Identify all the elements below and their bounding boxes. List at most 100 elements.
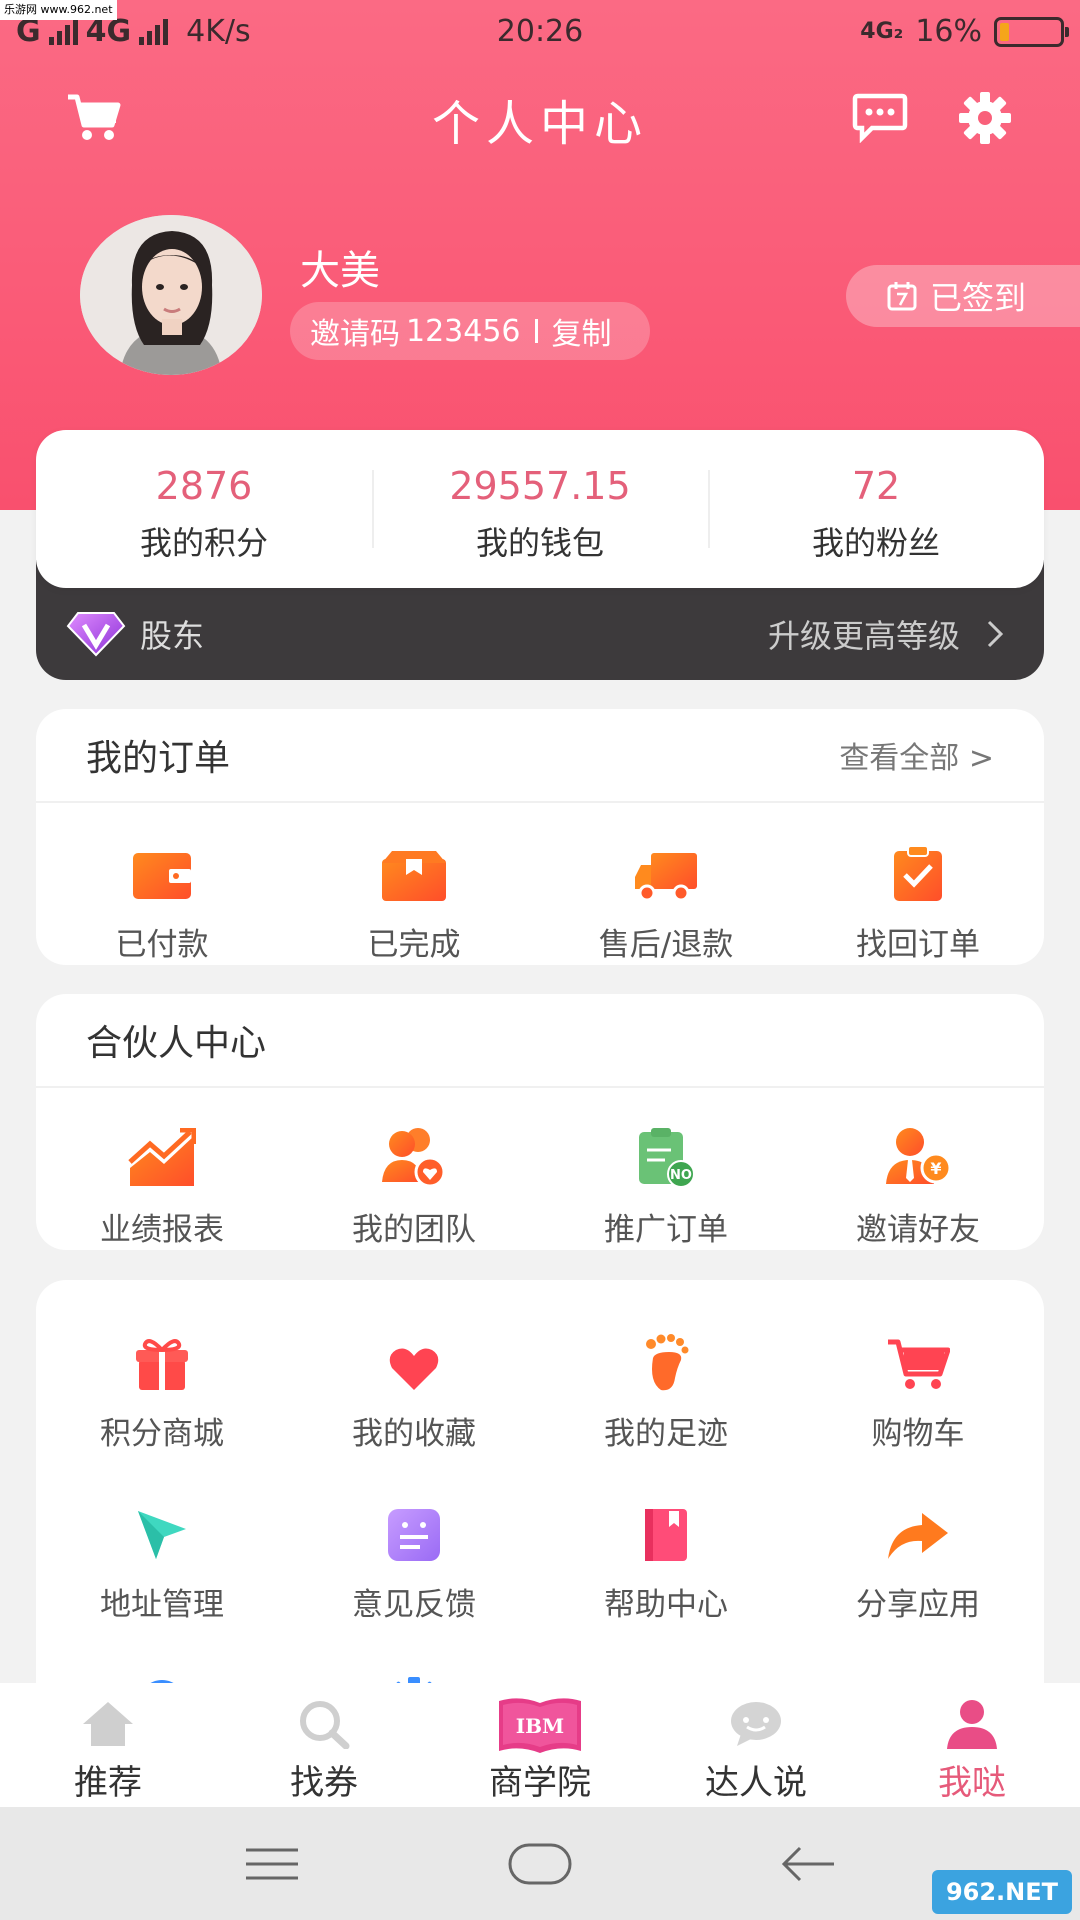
stat-value: 72 bbox=[851, 464, 901, 508]
item-label: 意见反馈 bbox=[352, 1587, 476, 1623]
status-bar: G 4G 4K/s 20:26 4G₂ 16% bbox=[0, 0, 1080, 64]
clipboard-check-icon bbox=[894, 845, 942, 901]
stat-label: 我的钱包 bbox=[475, 524, 604, 562]
battery-percent: 16% bbox=[915, 14, 982, 49]
message-button[interactable] bbox=[850, 88, 910, 148]
chevron-right-icon bbox=[987, 620, 1004, 648]
section-title: 我的订单 bbox=[86, 738, 231, 779]
chat-icon bbox=[731, 1702, 781, 1746]
team-icon bbox=[382, 1128, 446, 1188]
item-label: 已付款 bbox=[115, 927, 209, 963]
item-label: 积分商城 bbox=[100, 1416, 224, 1452]
stat-label: 我的粉丝 bbox=[811, 524, 940, 562]
nav-me[interactable]: 我哒 bbox=[864, 1683, 1080, 1807]
section-title: 合伙人中心 bbox=[86, 1023, 267, 1064]
upgrade-label: 升级更高等级 bbox=[767, 617, 960, 655]
item-label: 我的收藏 bbox=[352, 1416, 476, 1452]
partner-team[interactable]: 我的团队 bbox=[288, 1108, 540, 1249]
item-label: 分享应用 bbox=[856, 1587, 980, 1623]
invite-label: 邀请码 bbox=[310, 317, 400, 352]
order-refund[interactable]: 售后/退款 bbox=[540, 823, 792, 964]
stat-label: 我的积分 bbox=[139, 524, 268, 562]
nav-recommend[interactable]: 推荐 bbox=[0, 1683, 216, 1807]
title-bar: 个人中心 bbox=[0, 70, 1080, 160]
stat-fans[interactable]: 72 我的粉丝 bbox=[708, 430, 1044, 588]
order-paid[interactable]: 已付款 bbox=[36, 823, 288, 964]
divider bbox=[534, 319, 538, 343]
share-icon bbox=[888, 1513, 948, 1559]
copy-button[interactable]: 复制 bbox=[552, 309, 612, 353]
academy-badge-text: IBM bbox=[516, 1714, 564, 1738]
stat-value: 2876 bbox=[155, 464, 253, 508]
calendar-icon bbox=[887, 282, 917, 311]
gear-icon bbox=[959, 92, 1011, 144]
nav-coupons[interactable]: 找券 bbox=[216, 1683, 432, 1807]
item-label: 邀请好友 bbox=[856, 1212, 980, 1248]
battery-icon bbox=[994, 16, 1069, 47]
message-icon bbox=[852, 93, 908, 143]
partner-promo-orders[interactable]: NO 推广订单 bbox=[540, 1108, 792, 1249]
partner-invite[interactable]: ¥ 邀请好友 bbox=[792, 1108, 1044, 1249]
nav-label: 达人说 bbox=[705, 1763, 807, 1803]
watermark-bottom-right: 962.NET bbox=[932, 1870, 1072, 1914]
service-cart[interactable]: 购物车 bbox=[792, 1312, 1044, 1453]
avatar-portrait bbox=[80, 215, 262, 375]
service-share[interactable]: 分享应用 bbox=[792, 1483, 1044, 1624]
location-icon bbox=[138, 1511, 186, 1559]
item-label: 我的团队 bbox=[352, 1212, 476, 1248]
stats-card: 2876 我的积分 29557.15 我的钱包 72 我的粉丝 bbox=[36, 430, 1044, 588]
upgrade-link[interactable]: 升级更高等级 bbox=[768, 611, 1004, 657]
page-title: 个人中心 bbox=[431, 96, 648, 152]
item-label: 业绩报表 bbox=[100, 1212, 224, 1248]
avatar[interactable] bbox=[80, 215, 262, 375]
home-button-icon[interactable] bbox=[508, 1843, 572, 1885]
nav-academy[interactable]: IBM 商学院 bbox=[432, 1683, 648, 1807]
services-card: 积分商城 我的收藏 我的足迹 购物车 地址管理 意见反馈 帮助中心 分享应用 bbox=[36, 1280, 1044, 1733]
bottom-nav: 推荐 找券 IBM 商学院 达人说 我哒 bbox=[0, 1683, 1080, 1807]
item-label: 我的足迹 bbox=[604, 1416, 728, 1452]
back-arrow-icon[interactable] bbox=[780, 1844, 836, 1884]
orders-header: 我的订单 查看全部 > bbox=[36, 709, 1044, 803]
partner-card: 合伙人中心 业绩报表 我的团队 NO 推广订单 ¥ 邀请好友 bbox=[36, 994, 1044, 1250]
item-label: 找回订单 bbox=[856, 927, 980, 963]
item-label: 已完成 bbox=[367, 927, 461, 963]
service-feedback[interactable]: 意见反馈 bbox=[288, 1483, 540, 1624]
item-label: 地址管理 bbox=[100, 1587, 224, 1623]
watermark-top-left: 乐游网 www.962.net bbox=[0, 0, 117, 20]
svg-text:¥: ¥ bbox=[930, 1159, 941, 1178]
stat-wallet[interactable]: 29557.15 我的钱包 bbox=[372, 430, 708, 588]
home-icon bbox=[83, 1702, 133, 1746]
view-all-link[interactable]: 查看全部 > bbox=[839, 733, 994, 777]
diamond-icon bbox=[66, 612, 126, 657]
wallet-icon bbox=[133, 853, 191, 899]
service-address[interactable]: 地址管理 bbox=[36, 1483, 288, 1624]
cart-icon bbox=[888, 1339, 950, 1389]
invite-code-pill: 邀请码 123456 复制 bbox=[290, 302, 650, 360]
order-recover[interactable]: 找回订单 bbox=[792, 823, 1044, 964]
signin-label: 已签到 bbox=[930, 279, 1027, 317]
signin-button[interactable]: 已签到 bbox=[846, 265, 1080, 327]
service-help[interactable]: 帮助中心 bbox=[540, 1483, 792, 1624]
stat-points[interactable]: 2876 我的积分 bbox=[36, 430, 372, 588]
service-points-mall[interactable]: 积分商城 bbox=[36, 1312, 288, 1453]
order-completed[interactable]: 已完成 bbox=[288, 823, 540, 964]
settings-button[interactable] bbox=[955, 88, 1015, 148]
system-nav-bar bbox=[0, 1807, 1080, 1920]
partner-report[interactable]: 业绩报表 bbox=[36, 1108, 288, 1249]
invite-friend-icon: ¥ bbox=[886, 1128, 952, 1184]
stat-value: 29557.15 bbox=[449, 464, 631, 508]
vip-level: 股东 bbox=[140, 617, 205, 655]
nav-label: 找券 bbox=[290, 1763, 358, 1803]
network-indicator: 4G₂ bbox=[860, 19, 904, 44]
svg-text:NO: NO bbox=[670, 1168, 692, 1183]
gift-icon bbox=[136, 1339, 188, 1390]
menu-icon[interactable] bbox=[244, 1847, 300, 1881]
service-favorites[interactable]: 我的收藏 bbox=[288, 1312, 540, 1453]
ibm-book-icon: IBM bbox=[499, 1698, 581, 1753]
service-footprints[interactable]: 我的足迹 bbox=[540, 1312, 792, 1453]
battery-level bbox=[1000, 22, 1009, 41]
box-icon bbox=[382, 851, 446, 901]
username: 大美 bbox=[300, 248, 380, 294]
truck-icon bbox=[635, 853, 697, 902]
nav-experts[interactable]: 达人说 bbox=[648, 1683, 864, 1807]
